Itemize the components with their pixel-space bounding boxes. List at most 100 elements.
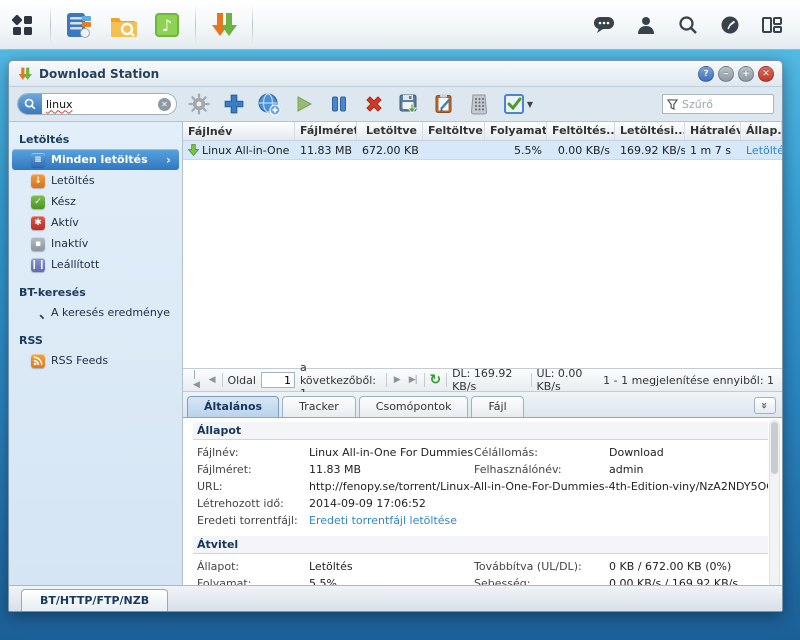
scrollbar[interactable] (769, 420, 780, 585)
field-label: Fájlméret: (197, 463, 309, 476)
page-input[interactable] (261, 372, 295, 388)
field-label: Felhasználónév: (474, 463, 609, 476)
settings-button[interactable] (186, 91, 212, 117)
tab-tracker[interactable]: Tracker (282, 396, 356, 417)
resource-monitor-button[interactable] (716, 11, 744, 39)
sidebar-section-bt-search: BT-keresés (9, 283, 182, 302)
toolbar: linux ✕ (9, 87, 782, 121)
save-button[interactable] (396, 91, 422, 117)
ul-speed-label: UL: 0.00 KB/s (537, 367, 599, 393)
edit-button[interactable] (431, 91, 457, 117)
field-value: Letöltés (309, 560, 474, 573)
field-label: Sebesség: (474, 577, 609, 585)
cell-time-left: 1 m 7 s (685, 143, 741, 158)
next-page-button[interactable]: ▶ (392, 375, 402, 385)
section-title: Átvitel (193, 536, 768, 554)
statusbar-tab-bt-http-ftp-nzb[interactable]: BT/HTTP/FTP/NZB (21, 589, 168, 611)
main-menu-button[interactable] (0, 7, 44, 43)
maximize-button[interactable]: + (738, 66, 754, 82)
search-value[interactable]: linux (42, 98, 158, 111)
column-header-progress[interactable]: Folyamat (485, 122, 547, 140)
plus-icon (223, 93, 245, 115)
sidebar-item-completed[interactable]: ✓ Kész (9, 191, 182, 212)
sidebar-item-search-results[interactable]: A keresés eredménye (9, 302, 182, 323)
delete-button[interactable] (361, 91, 387, 117)
search-button[interactable] (674, 11, 702, 39)
add-task-button[interactable] (221, 91, 247, 117)
notifications-button[interactable] (590, 11, 618, 39)
download-icon: ↓ (31, 174, 45, 188)
close-button[interactable]: ✕ (758, 66, 774, 82)
filter-input[interactable] (682, 98, 762, 111)
column-header-time-left[interactable]: Hátralévő i... (685, 122, 741, 140)
sidebar-item-downloading[interactable]: ↓ Letöltés (9, 170, 182, 191)
refresh-icon[interactable]: ↻ (430, 373, 442, 387)
statusbar: BT/HTTP/FTP/NZB (9, 585, 782, 611)
sidebar-item-inactive[interactable]: ▪ Inaktív (9, 233, 182, 254)
page-label: Oldal (227, 374, 256, 387)
cell-downloaded: 672.00 KB (357, 143, 423, 158)
clear-completed-button[interactable] (466, 91, 492, 117)
main-area: Letöltés ≡ Minden letöltés › ↓ Letöltés … (9, 121, 782, 585)
tab-peers[interactable]: Csomópontok (359, 396, 469, 417)
table-row[interactable]: Linux All-in-One For... 11.83 MB 672.00 … (183, 141, 782, 160)
pagination-bar: |◀ ◀ Oldal a következőből: 1 ▶ ▶| ↻ DL: … (183, 368, 782, 392)
sidebar-item-rss-feeds[interactable]: RSS Feeds (9, 350, 182, 371)
field-value: 11.83 MB (309, 463, 474, 476)
cell-status: Letöltés (741, 143, 782, 158)
field-label: Állapot: (197, 560, 309, 573)
tab-file[interactable]: Fájl (471, 396, 523, 417)
double-chevron-icon: » (758, 402, 771, 409)
select-mode-button[interactable]: ▼ (501, 91, 535, 117)
user-button[interactable] (632, 11, 660, 39)
sidebar-item-active[interactable]: ✱ Aktív (9, 212, 182, 233)
field-value: 0.00 KB/s / 169.92 KB/s (609, 577, 768, 585)
user-icon (636, 15, 656, 35)
file-station-button[interactable] (101, 7, 145, 43)
window-title: Download Station (39, 67, 159, 81)
resume-button[interactable] (291, 91, 317, 117)
last-page-button[interactable]: ▶| (407, 375, 419, 385)
music-station-button[interactable]: ♪ (145, 7, 189, 43)
content-area: Fájlnév Fájlméret Letöltve Feltöltve Fol… (183, 122, 782, 585)
divider (531, 373, 532, 387)
scrollbar-thumb[interactable] (771, 422, 778, 474)
download-torrent-link[interactable]: Eredeti torrentfájl letöltése (309, 514, 768, 527)
titlebar[interactable]: Download Station ? – + ✕ (9, 61, 782, 87)
table-header: Fájlnév Fájlméret Letöltve Feltöltve Fol… (183, 122, 782, 141)
sidebar-item-all-downloads[interactable]: ≡ Minden letöltés › (12, 149, 179, 170)
column-header-download-speed[interactable]: Letöltési... (615, 122, 685, 140)
detail-row: Fájlnév: Linux All-in-One For Dummies, 4… (193, 444, 768, 461)
search-icon (678, 15, 698, 35)
prev-page-button[interactable]: ◀ (207, 375, 217, 385)
control-panel-button[interactable] (57, 7, 101, 43)
filter-box[interactable] (662, 94, 774, 114)
pause-button[interactable] (326, 91, 352, 117)
clear-search-icon[interactable]: ✕ (158, 98, 171, 111)
sidebar-item-stopped[interactable]: ❙❙ Leállított (9, 254, 182, 275)
help-button[interactable]: ? (698, 66, 714, 82)
first-page-button[interactable]: |◀ (191, 370, 202, 390)
collapse-panel-button[interactable]: » (754, 397, 776, 414)
download-table: Fájlnév Fájlméret Letöltve Feltöltve Fol… (183, 122, 782, 368)
add-url-button[interactable] (256, 91, 282, 117)
minimize-button[interactable]: – (718, 66, 734, 82)
divider (446, 373, 447, 387)
column-header-filename[interactable]: Fájlnév (183, 122, 295, 140)
column-header-status[interactable]: Állap... (741, 122, 782, 140)
tab-general[interactable]: Általános (187, 396, 279, 417)
music-station-icon: ♪ (152, 10, 182, 40)
download-station-button[interactable] (202, 7, 246, 43)
clipboard-pencil-icon (433, 93, 455, 115)
field-value: 0 KB / 672.00 KB (0%) (609, 560, 768, 573)
search-input[interactable]: linux ✕ (17, 93, 177, 115)
column-header-uploaded[interactable]: Feltöltve (423, 122, 485, 140)
pilot-view-button[interactable] (758, 11, 786, 39)
table-empty-area (183, 160, 782, 368)
column-header-downloaded[interactable]: Letöltve (357, 122, 423, 140)
section-title: Állapot (193, 422, 768, 440)
check-icon: ✓ (31, 195, 45, 209)
sidebar-item-label: Kész (51, 195, 76, 208)
column-header-upload-speed[interactable]: Feltöltés... (547, 122, 615, 140)
column-header-filesize[interactable]: Fájlméret (295, 122, 357, 140)
